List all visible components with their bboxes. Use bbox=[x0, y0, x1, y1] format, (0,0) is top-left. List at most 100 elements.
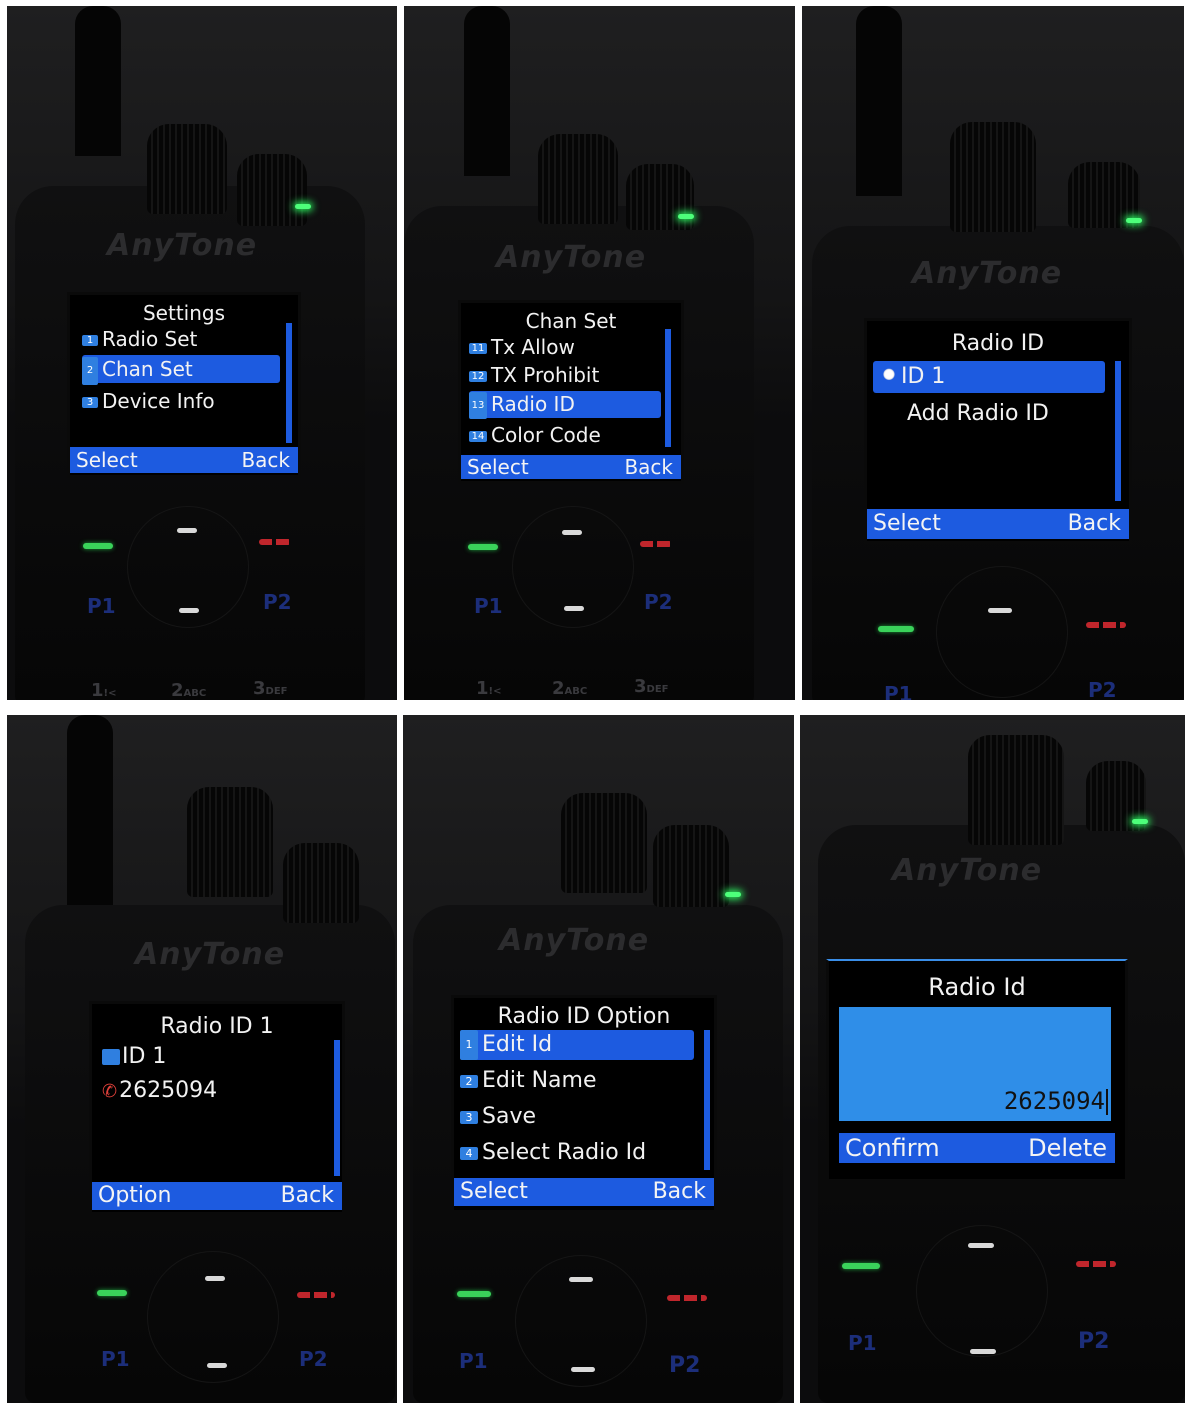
scrollbar[interactable] bbox=[334, 1040, 340, 1176]
key-2[interactable]: 2ABC bbox=[552, 678, 587, 699]
end-red-key[interactable] bbox=[667, 1295, 707, 1301]
up-key[interactable] bbox=[205, 1276, 225, 1281]
volume-knob bbox=[147, 124, 227, 214]
menu-item-label: Tx Allow bbox=[491, 335, 575, 359]
key-3[interactable]: 3DEF bbox=[253, 678, 288, 699]
ptt-green-key[interactable] bbox=[457, 1291, 491, 1297]
lcd-screen: Settings 1 Radio Set 2 Chan Set 3 Device In… bbox=[67, 292, 301, 478]
menu-item[interactable]: 14 Color Code bbox=[469, 423, 669, 449]
down-key[interactable] bbox=[970, 1349, 996, 1354]
softkey-left[interactable]: Confirm bbox=[845, 1133, 940, 1163]
photo-panel-3: AnyTone Radio ID ID 1 Add Radio ID Selec… bbox=[802, 6, 1184, 700]
menu-item[interactable]: 12 TX Prohibit bbox=[469, 363, 669, 389]
up-key[interactable] bbox=[562, 530, 582, 535]
ptt-green-key[interactable] bbox=[468, 544, 498, 550]
scrollbar[interactable] bbox=[665, 329, 671, 447]
softkey-right[interactable]: Back bbox=[653, 1178, 706, 1206]
ptt-green-key[interactable] bbox=[97, 1290, 127, 1296]
softkey-left[interactable]: Select bbox=[873, 509, 941, 539]
softkey-left[interactable]: Select bbox=[76, 447, 138, 473]
navigation-pad[interactable] bbox=[936, 566, 1068, 698]
scrollbar[interactable] bbox=[704, 1030, 710, 1170]
ptt-green-key[interactable] bbox=[878, 626, 914, 632]
menu-item-label: TX Prohibit bbox=[491, 363, 600, 387]
key-1[interactable]: 1!< bbox=[91, 680, 116, 700]
brand-logo: AnyTone bbox=[912, 256, 1063, 291]
p1-key[interactable]: P1 bbox=[884, 682, 913, 700]
end-red-key[interactable] bbox=[1086, 622, 1126, 628]
p2-key[interactable]: P2 bbox=[644, 590, 673, 614]
menu-item[interactable]: 3 Save bbox=[460, 1104, 694, 1134]
softkey-right[interactable]: Back bbox=[624, 455, 673, 479]
contact-icon bbox=[881, 368, 897, 386]
scrollbar[interactable] bbox=[1115, 361, 1121, 501]
ptt-green-key[interactable] bbox=[842, 1263, 880, 1269]
up-key[interactable] bbox=[988, 608, 1012, 613]
down-key[interactable] bbox=[571, 1367, 595, 1372]
end-red-key[interactable] bbox=[640, 541, 672, 547]
p2-key[interactable]: P2 bbox=[299, 1347, 328, 1371]
softkey-right[interactable]: Back bbox=[1068, 509, 1121, 539]
contact-number-row: ✆2625094 bbox=[102, 1078, 302, 1108]
p1-key[interactable]: P1 bbox=[474, 594, 503, 618]
end-red-key[interactable] bbox=[259, 539, 291, 545]
menu-item[interactable]: 3 Device Info bbox=[82, 389, 282, 415]
p2-key[interactable]: P2 bbox=[1088, 678, 1117, 700]
number-badge: 2 bbox=[460, 1074, 478, 1088]
menu-item[interactable]: 2 Edit Name bbox=[460, 1068, 694, 1098]
menu-item[interactable]: 4 Select Radio Id bbox=[460, 1140, 694, 1170]
softkey-right[interactable]: Delete bbox=[1028, 1133, 1107, 1163]
up-key[interactable] bbox=[569, 1277, 593, 1282]
softkey-right[interactable]: Back bbox=[281, 1182, 334, 1210]
lcd-screen: Radio ID ID 1 Add Radio ID Select Back bbox=[864, 318, 1132, 544]
menu-item-selected[interactable]: ID 1 bbox=[873, 361, 1105, 393]
down-key[interactable] bbox=[179, 608, 199, 613]
p1-key[interactable]: P1 bbox=[848, 1331, 877, 1355]
channel-knob bbox=[283, 843, 359, 923]
end-red-key[interactable] bbox=[1076, 1261, 1116, 1267]
screen-title: Radio ID bbox=[951, 331, 1045, 356]
p2-key[interactable]: P2 bbox=[263, 590, 292, 614]
photo-panel-4: AnyTone Radio ID 1 ID 1 ✆2625094 Option … bbox=[7, 715, 397, 1403]
menu-item[interactable]: 11 Tx Allow bbox=[469, 335, 669, 361]
menu-item-selected[interactable]: 1 Edit Id bbox=[460, 1030, 694, 1060]
screen-title: Settings bbox=[142, 301, 226, 325]
channel-knob bbox=[653, 825, 729, 907]
end-red-key[interactable] bbox=[297, 1292, 335, 1298]
key-1[interactable]: 1!< bbox=[476, 678, 501, 699]
down-key[interactable] bbox=[207, 1363, 227, 1368]
menu-item-selected[interactable]: 13 Radio ID bbox=[469, 391, 661, 419]
p1-key[interactable]: P1 bbox=[87, 594, 116, 618]
up-key[interactable] bbox=[968, 1243, 994, 1248]
softkey-left[interactable]: Select bbox=[460, 1178, 528, 1206]
ptt-green-key[interactable] bbox=[83, 543, 113, 549]
screen-title: Radio Id bbox=[928, 973, 1026, 1001]
key-3[interactable]: 3DEF bbox=[634, 676, 669, 697]
softkey-right[interactable]: Back bbox=[241, 447, 290, 473]
menu-item-label: Chan Set bbox=[102, 357, 193, 381]
p2-key[interactable]: P2 bbox=[1078, 1329, 1109, 1354]
key-2-letters: ABC bbox=[564, 686, 588, 697]
menu-item[interactable]: Add Radio ID bbox=[907, 401, 1107, 431]
menu-item[interactable]: 1 Radio Set bbox=[82, 327, 282, 353]
scrollbar[interactable] bbox=[286, 323, 292, 443]
key-3-digit: 3 bbox=[634, 676, 647, 697]
brand-logo: AnyTone bbox=[496, 240, 647, 275]
softkey-left[interactable]: Option bbox=[98, 1182, 171, 1210]
p1-key[interactable]: P1 bbox=[459, 1349, 488, 1373]
id-input-field[interactable]: 2625094 bbox=[839, 1007, 1111, 1121]
volume-knob bbox=[561, 793, 647, 893]
menu-item-label: Add Radio ID bbox=[907, 401, 1049, 426]
down-key[interactable] bbox=[564, 606, 584, 611]
channel-knob bbox=[237, 154, 307, 226]
key-1-letters: !< bbox=[488, 686, 502, 697]
softkey-left[interactable]: Select bbox=[467, 455, 529, 479]
menu-item-selected[interactable]: 2 Chan Set bbox=[82, 355, 280, 385]
softkey-bar: Select Back bbox=[867, 509, 1129, 539]
key-2[interactable]: 2ABC bbox=[171, 680, 206, 700]
p2-key[interactable]: P2 bbox=[669, 1353, 700, 1378]
menu-item-label: ID 1 bbox=[901, 364, 946, 389]
menu-item-label: Edit Id bbox=[482, 1032, 553, 1057]
p1-key[interactable]: P1 bbox=[101, 1347, 130, 1371]
up-key[interactable] bbox=[177, 528, 197, 533]
